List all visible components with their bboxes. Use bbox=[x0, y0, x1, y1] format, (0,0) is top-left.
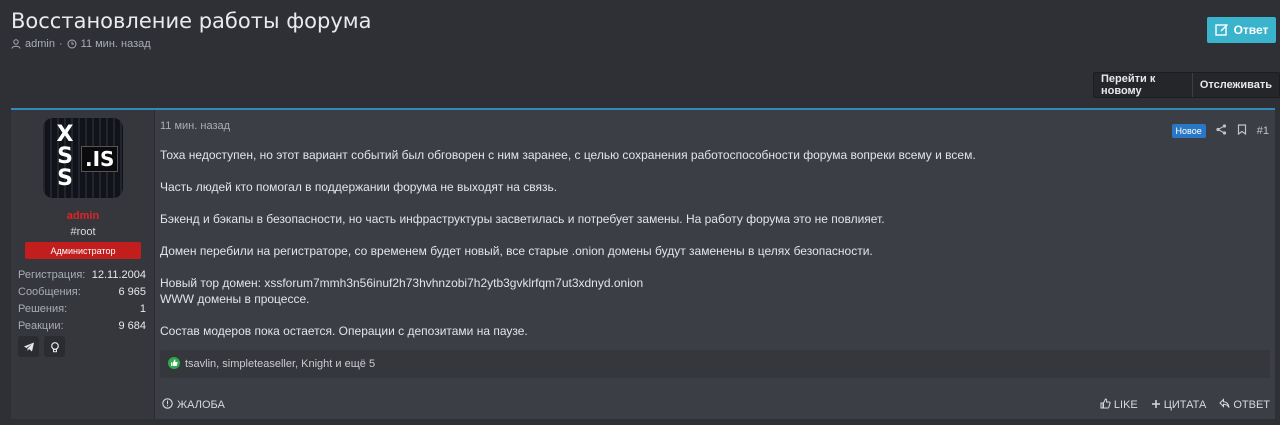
post-paragraph: WWW домены в процессе. bbox=[160, 292, 310, 306]
stat-row: Регистрация: 12.11.2004 bbox=[18, 269, 146, 281]
post-paragraph: Домен перебили на регистраторе, со време… bbox=[160, 244, 873, 258]
user-stats: Регистрация: 12.11.2004 Сообщения: 6 965 Р… bbox=[18, 267, 146, 335]
quote-label: ЦИТАТА bbox=[1163, 399, 1207, 411]
avatar[interactable]: XSS .IS bbox=[43, 118, 123, 198]
post-paragraph: Бэкенд и бэкапы в безопасности, но часть… bbox=[160, 212, 885, 226]
post-paragraph: Тоха недоступен, но этот вариант событий… bbox=[160, 148, 976, 162]
clock-icon bbox=[67, 39, 77, 49]
report-button[interactable]: ЖАЛОБА bbox=[162, 398, 225, 412]
watch-button[interactable]: Отслеживать bbox=[1191, 73, 1279, 97]
post-date[interactable]: 11 мин. назад bbox=[160, 120, 230, 132]
edit-icon bbox=[1214, 22, 1229, 39]
avatar-is-text: .IS bbox=[81, 146, 119, 172]
reactions-bar[interactable]: tsavlin, simpleteaseller, Knight и ещё 5 bbox=[160, 350, 1270, 378]
username[interactable]: admin bbox=[11, 210, 155, 222]
telegram-icon[interactable] bbox=[18, 336, 39, 357]
post: XSS .IS admin #root Администратор Регист… bbox=[11, 108, 1275, 419]
reply-arrow-icon bbox=[1219, 398, 1230, 412]
plus-icon bbox=[1151, 399, 1161, 412]
reply-label: ОТВЕТ bbox=[1233, 399, 1270, 411]
stat-row: Сообщения: 6 965 bbox=[18, 286, 146, 298]
like-button[interactable]: LIKE bbox=[1100, 398, 1138, 412]
post-paragraph: Часть людей кто помогал в поддержании фо… bbox=[160, 180, 558, 194]
share-icon[interactable] bbox=[1216, 122, 1227, 140]
bookmark-icon[interactable] bbox=[1237, 122, 1247, 140]
new-badge: Новое bbox=[1171, 124, 1206, 138]
thread-author[interactable]: admin bbox=[25, 38, 55, 50]
thread-actions: Перейти к новому Отслеживать bbox=[1093, 72, 1280, 98]
user-panel: XSS .IS admin #root Администратор Регист… bbox=[11, 110, 155, 419]
post-footer: ЖАЛОБА LIKE ЦИТАТА ОТВЕТ bbox=[160, 398, 1270, 414]
user-icon bbox=[11, 39, 21, 49]
role-badge: Администратор bbox=[25, 242, 141, 259]
warning-icon bbox=[162, 398, 173, 412]
thumbs-up-icon bbox=[1100, 398, 1111, 412]
post-body: Тоха недоступен, но этот вариант событий… bbox=[160, 147, 1260, 339]
reactions-list: tsavlin, simpleteaseller, Knight и ещё 5 bbox=[185, 358, 376, 370]
stat-row: Реакции: 9 684 bbox=[18, 320, 146, 332]
like-reaction-icon bbox=[168, 356, 180, 372]
post-number[interactable]: #1 bbox=[1257, 125, 1269, 137]
quote-button[interactable]: ЦИТАТА bbox=[1151, 398, 1207, 412]
lightbulb-icon[interactable] bbox=[44, 336, 65, 357]
post-paragraph: Новый тор домен: xssforum7mmh3n56inuf2h7… bbox=[160, 276, 644, 290]
post-paragraph: Состав модеров пока остается. Операции с… bbox=[160, 324, 528, 338]
user-title: #root bbox=[70, 226, 96, 238]
thread-meta: admin · 11 мин. назад bbox=[11, 38, 151, 50]
post-reply-button[interactable]: ОТВЕТ bbox=[1219, 398, 1270, 412]
thread-time[interactable]: 11 мин. назад bbox=[81, 38, 151, 50]
goto-new-button[interactable]: Перейти к новому bbox=[1094, 73, 1192, 97]
reply-button-label: Ответ bbox=[1233, 23, 1269, 37]
reply-button[interactable]: Ответ bbox=[1207, 17, 1276, 43]
report-label: ЖАЛОБА bbox=[177, 399, 225, 411]
like-label: LIKE bbox=[1113, 399, 1138, 411]
stat-row: Решения: 1 bbox=[18, 303, 146, 315]
avatar-xss-text: XSS bbox=[56, 122, 74, 191]
post-tools: Новое #1 bbox=[1171, 122, 1269, 140]
thread-title: Восстановление работы форума bbox=[11, 9, 372, 33]
